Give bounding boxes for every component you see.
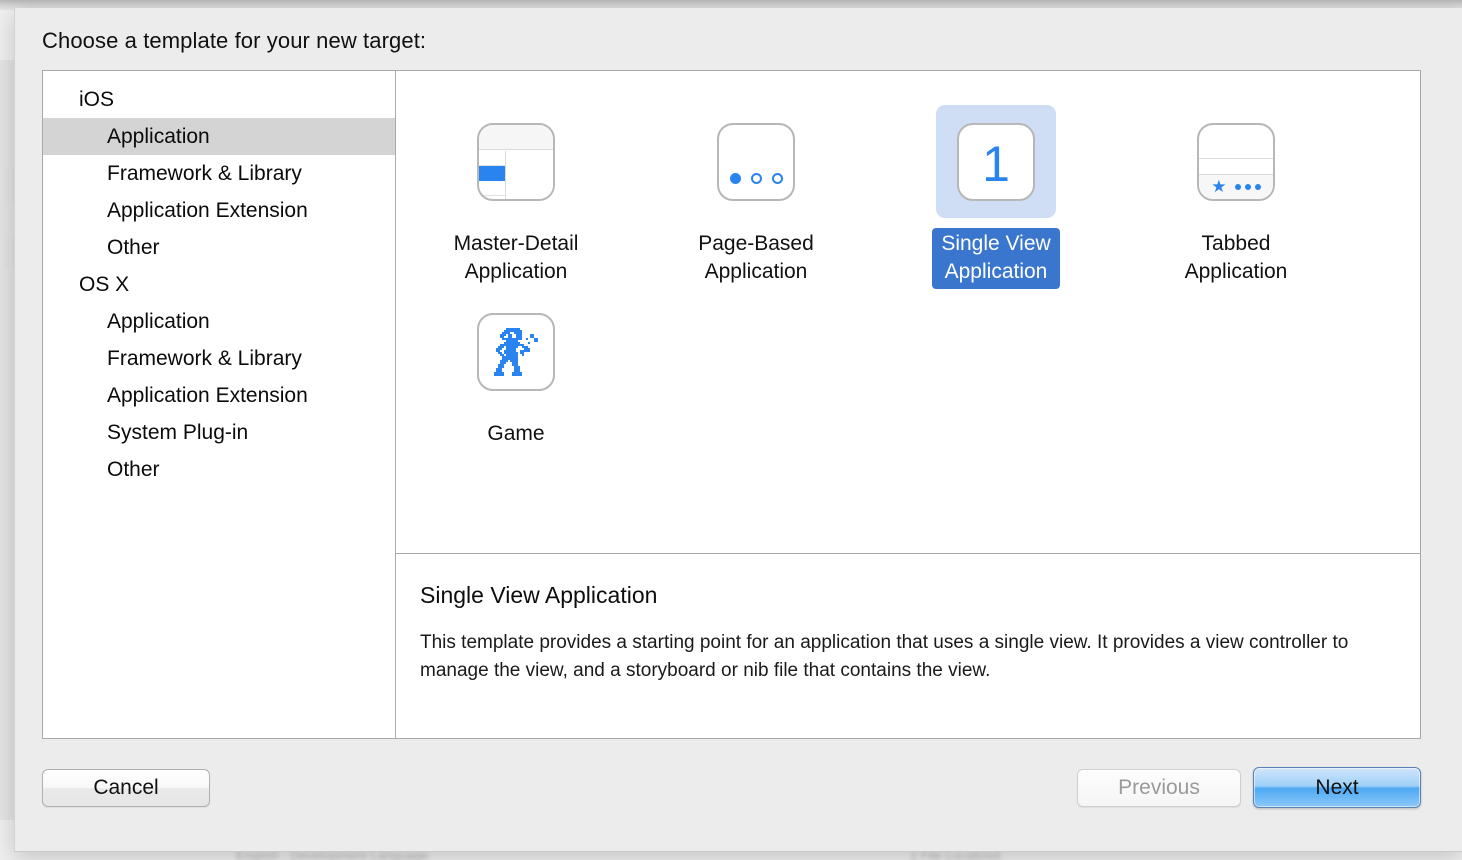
template-tile-tabbed[interactable]: ★ Tabbed Application [1116,99,1356,289]
sidebar-group-ios: iOS [43,81,395,118]
cancel-button[interactable]: Cancel [42,769,210,807]
sidebar-item-ios-application[interactable]: Application [43,118,395,155]
template-description-panel: Single View Application This template pr… [396,554,1420,738]
template-label: Tabbed Application [1176,228,1297,289]
template-icon-wrap: ★ [1176,105,1296,218]
sidebar-item-osx-framework-library[interactable]: Framework & Library [43,340,395,377]
description-title: Single View Application [420,582,1392,609]
template-pane: Master-Detail Application [396,71,1420,738]
sidebar-item-ios-framework-library[interactable]: Framework & Library [43,155,395,192]
sidebar-item-ios-application-extension[interactable]: Application Extension [43,192,395,229]
template-grid: Master-Detail Application [396,71,1420,554]
page-based-icon [717,123,795,201]
tabbed-icon: ★ [1197,123,1275,201]
template-tile-master-detail[interactable]: Master-Detail Application [396,99,636,289]
template-icon-wrap [456,295,576,408]
sidebar-item-osx-application[interactable]: Application [43,303,395,340]
template-tile-game[interactable]: Game [396,289,636,451]
template-icon-wrap [456,105,576,218]
template-tile-page-based[interactable]: Page-Based Application [636,99,876,289]
star-icon: ★ [1211,178,1226,195]
sidebar-item-osx-application-extension[interactable]: Application Extension [43,377,395,414]
game-robot-icon [477,313,555,391]
template-icon-wrap [696,105,816,218]
template-label: Game [478,418,553,451]
next-button[interactable]: Next [1253,767,1421,808]
template-icon-wrap: 1 [936,105,1056,218]
sidebar-item-osx-system-plugin[interactable]: System Plug-in [43,414,395,451]
template-label: Single View Application [932,228,1059,289]
sidebar-group-osx: OS X [43,266,395,303]
previous-button[interactable]: Previous [1077,769,1241,807]
single-view-numeral: 1 [959,125,1033,201]
description-body: This template provides a starting point … [420,629,1392,685]
template-chooser-sheet: Choose a template for your new target: i… [14,8,1462,852]
sheet-title: Choose a template for your new target: [42,28,426,54]
single-view-icon: 1 [957,123,1035,201]
screen: Targets ▼ Localizations Language Resourc… [0,0,1462,860]
template-label: Page-Based Application [689,228,823,289]
template-chooser-content: iOS Application Framework & Library Appl… [42,70,1421,739]
master-detail-icon [477,123,555,201]
sidebar-item-osx-other[interactable]: Other [43,451,395,488]
more-dots-icon [1235,184,1261,190]
platform-sidebar[interactable]: iOS Application Framework & Library Appl… [43,71,396,738]
template-label: Master-Detail Application [445,228,588,289]
sidebar-item-ios-other[interactable]: Other [43,229,395,266]
template-tile-single-view[interactable]: 1 Single View Application [876,99,1116,289]
